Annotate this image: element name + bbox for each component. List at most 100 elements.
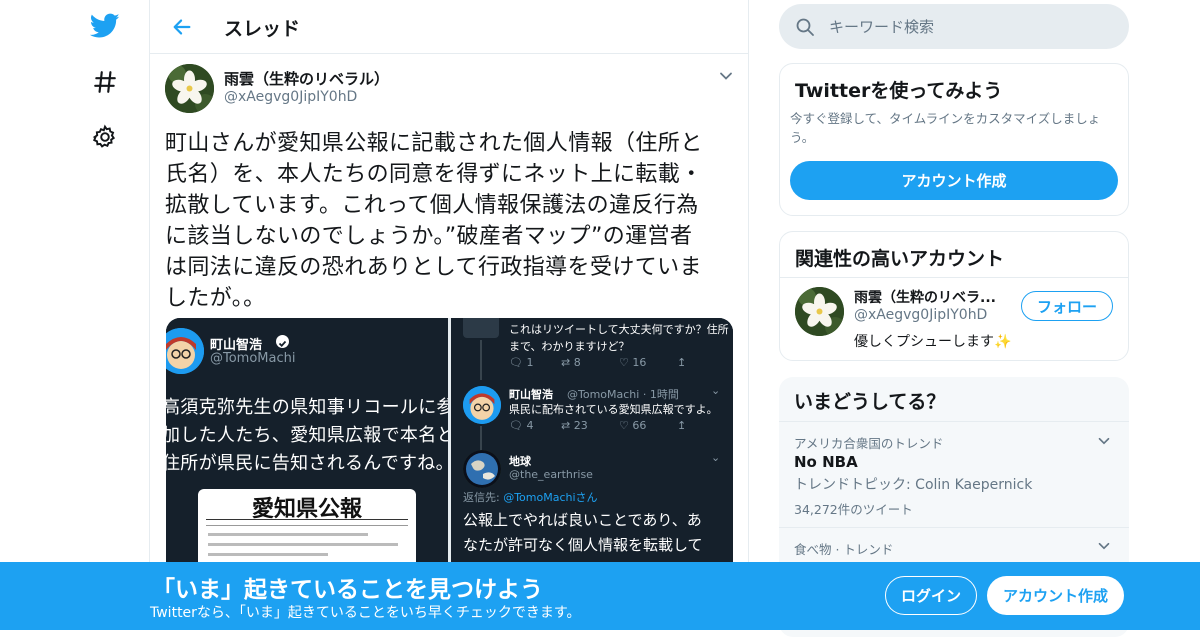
reply-body-line: なたが許可なく個人情報を転載して — [463, 536, 703, 554]
reply-avatar — [463, 386, 501, 424]
reply-count-1: 🗨︎ 1 — [509, 356, 533, 369]
banner-signup-button[interactable]: アカウント作成 — [987, 576, 1124, 615]
signup-card-title: Twitterを使ってみよう — [795, 80, 1003, 102]
chevron-down-icon: ⌄ — [711, 451, 721, 464]
login-button[interactable]: ログイン — [885, 576, 977, 615]
tweet-text-line: 氏名）を、本人たちの同意を得ずにネット上に転載・ — [165, 162, 703, 187]
related-account-avatar[interactable] — [795, 287, 844, 336]
tweet-text-line: 拡散しています。これって個人情報保護法の違反行為 — [165, 193, 699, 218]
trend-item[interactable]: アメリカ合衆国のトレンド No NBA トレンドトピック: Colin Kaep… — [779, 422, 1129, 527]
chevron-down-icon[interactable] — [1095, 537, 1113, 559]
embedded-handle: @TomoMachi — [210, 351, 296, 366]
document-text-line — [208, 543, 398, 546]
like-count: 66 — [632, 419, 647, 432]
left-nav — [80, 0, 130, 630]
reply-icon: 🗨︎ — [509, 419, 523, 432]
related-account-name[interactable]: 雨雲（生粋のリベラ... — [854, 287, 996, 307]
tweet-text-line: したが。。 — [165, 286, 266, 311]
tweet-author-handle[interactable]: @xAegvg0JipIY0hD — [224, 89, 357, 105]
banner-subtitle: Twitterなら、「いま」起きていることをいち早くチェックできます。 — [150, 605, 581, 621]
thread-column: スレッド 雨雲（生粋のリベラル） @xAegvg0JipIY0hD 町山さんが愛… — [149, 0, 749, 630]
like-count: 16 — [632, 356, 647, 369]
document-text-line — [208, 553, 328, 556]
tweet-text-line: は同法に違反の恐れありとして行政指導を受けていま — [165, 255, 702, 280]
signup-card-description-line: 今すぐ登録して、タイムラインをカスタマイズしましょ — [790, 111, 1101, 126]
reply-author-name: 町山智浩 — [509, 388, 553, 401]
reply-author-handle: @the_earthrise — [509, 468, 593, 481]
trend-name: No NBA — [794, 453, 858, 471]
reply-icon: 🗨︎ — [509, 356, 523, 369]
reply-count-2: 🗨︎ 4 — [509, 419, 533, 432]
trends-title: いまどうしてる？ — [794, 391, 946, 413]
document-rule — [206, 519, 408, 520]
trend-context: アメリカ合衆国のトレンド — [794, 436, 944, 451]
back-button[interactable] — [166, 11, 198, 43]
retweet-count: 8 — [573, 356, 581, 369]
embedded-text-line: 加した人たち、愛知県広報で本名と — [166, 425, 455, 446]
embedded-avatar — [166, 328, 204, 374]
trend-topic: トレンドトピック: Colin Kaepernick — [794, 477, 1033, 493]
tweet-media[interactable]: 町山智浩 @TomoMachi 高須克弥先生の県知事リコールに参 加した人たち、… — [166, 318, 733, 578]
search-input[interactable] — [829, 4, 1109, 49]
follow-button[interactable]: フォロー — [1021, 291, 1113, 321]
trend-context: 食べ物 · トレンド — [794, 542, 894, 557]
like-icon: ♡ — [619, 419, 629, 432]
like-icon: ♡ — [619, 356, 629, 369]
reply-meta: @TomoMachi · 1時間 — [567, 388, 679, 401]
reply-author-name: 地球 — [509, 455, 531, 468]
tweet-text-line: 町山さんが愛知県公報に記載された個人情報（住所と — [165, 131, 703, 156]
twitter-logo-icon[interactable] — [88, 9, 122, 43]
reply-count: 1 — [526, 356, 534, 369]
share-icon: ↥ — [677, 419, 687, 432]
tweet-menu-chevron-icon[interactable] — [716, 66, 736, 86]
reply-to-handle: @TomoMachiさん — [503, 491, 598, 504]
like-count-1: ♡ 16 — [619, 356, 646, 369]
retweet-count: 23 — [573, 419, 588, 432]
hashtag-icon[interactable] — [88, 65, 122, 99]
reply-count: 4 — [526, 419, 534, 432]
signup-banner: 「いま」起きていることを見つけよう Twitterなら、「いま」起きていることを… — [0, 562, 1200, 630]
signup-card-description: 今すぐ登録して、タイムラインをカスタマイズしましょ う。 — [790, 109, 1100, 147]
embedded-text: 高須克弥先生の県知事リコールに参 加した人たち、愛知県広報で本名と 住所が県民に… — [166, 394, 455, 478]
tweet-text: 町山さんが愛知県公報に記載された個人情報（住所と 氏名）を、本人たちの同意を得ず… — [165, 128, 740, 314]
quoted-text-line: これはリツイートして大丈夫何ですか？住所 — [509, 323, 729, 336]
tweet-author-name[interactable]: 雨雲（生粋のリベラル） — [224, 68, 389, 89]
page-title: スレッド — [224, 18, 301, 40]
related-accounts-card: 関連性の高いアカウント 雨雲（生粋のリベラ... @xAegvg0JipIY0h… — [779, 231, 1129, 361]
reply-body: 公報上でやれば良いことであり、あ なたが許可なく個人情報を転載して — [463, 508, 703, 558]
quoted-text: これはリツイートして大丈夫何ですか？住所 まで、わかりますけど？ — [509, 321, 729, 355]
reply-to-line: 返信先: @TomoMachiさん — [463, 489, 598, 505]
media-image-left[interactable]: 町山智浩 @TomoMachi 高須克弥先生の県知事リコールに参 加した人たち、… — [166, 318, 455, 578]
chevron-down-icon: ⌄ — [711, 384, 721, 397]
retweet-count-1: ⇄ 8 — [561, 356, 581, 369]
divider — [780, 277, 1128, 278]
document-rule — [206, 525, 408, 526]
verified-badge-icon — [276, 335, 289, 348]
retweet-icon: ⇄ — [561, 356, 571, 369]
embedded-text-line: 高須克弥先生の県知事リコールに参 — [166, 397, 455, 418]
signup-card-description-line: う。 — [790, 130, 815, 145]
chevron-down-icon[interactable] — [1095, 432, 1113, 454]
retweet-icon: ⇄ — [561, 419, 571, 432]
embedded-text-line: 住所が県民に告知されるんですね。 — [166, 453, 454, 474]
gear-icon[interactable] — [88, 120, 122, 154]
reply-text: 県民に配布されている愛知県広報ですよ。 — [509, 403, 718, 416]
media-image-right[interactable]: これはリツイートして大丈夫何ですか？住所 まで、わかりますけど？ 🗨︎ 1 ⇄ … — [451, 318, 733, 578]
related-account-handle[interactable]: @xAegvg0JipIY0hD — [854, 307, 987, 323]
reply-to-prefix: 返信先: — [463, 491, 504, 504]
trend-tweet-count: 34,272件のツイート — [794, 502, 913, 517]
signup-card: Twitterを使ってみよう 今すぐ登録して、タイムラインをカスタマイズしましょ… — [779, 63, 1129, 216]
tweet-author-avatar[interactable] — [165, 64, 214, 113]
earth-avatar — [463, 450, 501, 488]
thread-line — [480, 340, 482, 380]
retweet-count-2: ⇄ 23 — [561, 419, 588, 432]
share-icon: ↥ — [677, 356, 687, 369]
search-icon — [795, 17, 815, 41]
tweet-text-line: に該当しないのでしょうか。”破産者マップ”の運営者 — [165, 224, 693, 249]
create-account-button[interactable]: アカウント作成 — [790, 161, 1118, 200]
reply-body-line: 公報上でやれば良いことであり、あ — [463, 511, 702, 529]
banner-title: 「いま」起きていることを見つけよう — [152, 577, 543, 603]
thread-header: スレッド — [150, 0, 749, 54]
cropped-avatar — [463, 318, 499, 338]
document-text-line — [208, 533, 368, 536]
